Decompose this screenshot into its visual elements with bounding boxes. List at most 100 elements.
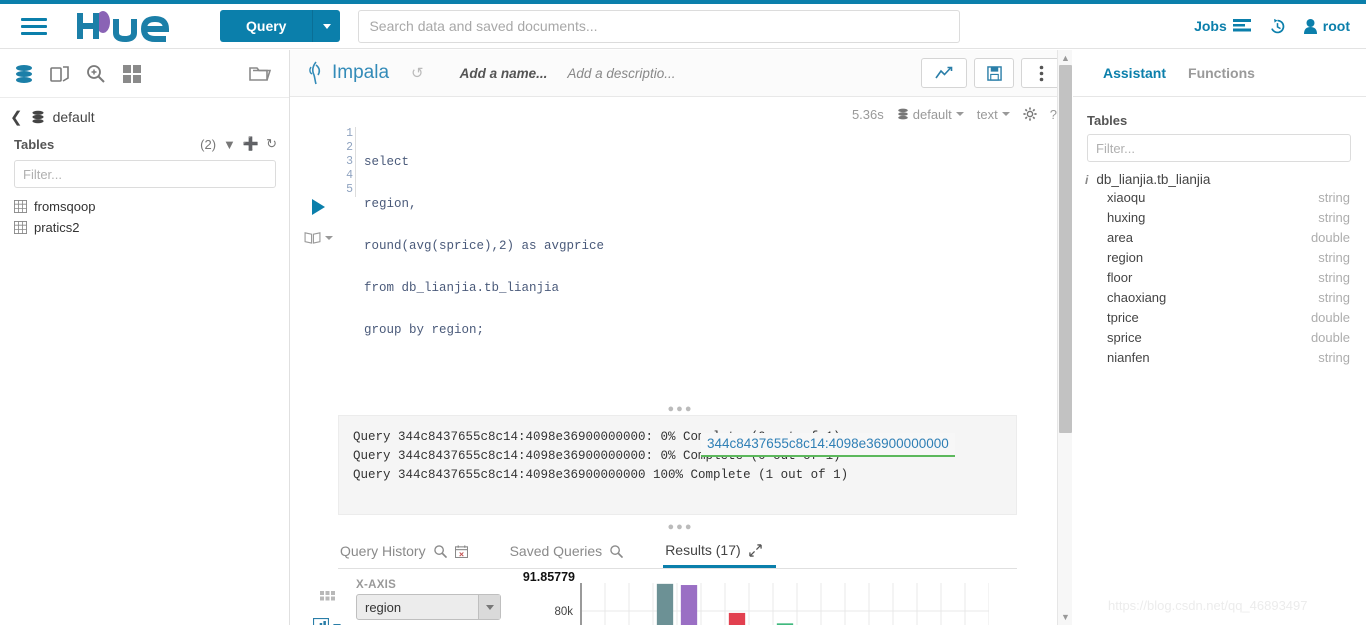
column-row[interactable]: area double bbox=[1107, 227, 1366, 247]
scrollbar-thumb[interactable] bbox=[1059, 65, 1072, 433]
query-log-panel: Query 344c8437655c8c14:4098e36900000000:… bbox=[338, 415, 1017, 515]
editor-meta-row: 5.36s default text ? bbox=[290, 97, 1071, 127]
bar-chart[interactable]: 80k60k40k91.85779 bbox=[519, 569, 990, 625]
user-menu[interactable]: root bbox=[1303, 18, 1350, 34]
database-selector[interactable]: default bbox=[897, 107, 964, 122]
add-name-field[interactable]: Add a name... bbox=[460, 66, 548, 81]
app-header: Query Jobs bbox=[0, 4, 1366, 49]
column-row[interactable]: floor string bbox=[1107, 267, 1366, 287]
editor-header-buttons bbox=[921, 58, 1061, 88]
search-icon[interactable] bbox=[610, 544, 624, 558]
history-icon bbox=[1270, 18, 1285, 33]
tab-query-history[interactable]: Query History bbox=[338, 543, 482, 568]
column-row[interactable]: tprice double bbox=[1107, 307, 1366, 327]
calendar-icon[interactable] bbox=[454, 544, 468, 558]
column-type: string bbox=[1318, 189, 1350, 205]
help-button[interactable]: ? bbox=[1050, 107, 1057, 122]
selected-database: default bbox=[912, 106, 952, 122]
column-name: tprice bbox=[1107, 309, 1139, 325]
query-button[interactable]: Query bbox=[220, 10, 313, 42]
search-input[interactable] bbox=[358, 9, 961, 43]
tab-functions[interactable]: Functions bbox=[1188, 65, 1255, 81]
chart-type-selector[interactable] bbox=[313, 618, 341, 625]
plus-icon[interactable]: ➕ bbox=[243, 136, 259, 152]
database-small-icon bbox=[897, 108, 908, 120]
column-type: string bbox=[1318, 209, 1350, 225]
info-icon[interactable]: i bbox=[1085, 173, 1088, 187]
assistant-column-list: xiaoqu string huxing string area double … bbox=[1073, 187, 1366, 367]
column-row[interactable]: nianfen string bbox=[1107, 347, 1366, 367]
chevron-down-icon bbox=[1001, 112, 1010, 116]
folder-icon[interactable] bbox=[249, 63, 271, 83]
editor-run-column bbox=[296, 127, 340, 365]
column-type: string bbox=[1318, 269, 1350, 285]
assistant-table-entry[interactable]: i db_lianjia.tb_lianjia bbox=[1085, 172, 1366, 187]
hamburger-menu-icon[interactable] bbox=[8, 17, 60, 35]
jobs-link[interactable]: Jobs bbox=[1194, 18, 1251, 34]
tables-header: Tables (2) ▼​ ➕ ↻ bbox=[0, 130, 289, 156]
column-row[interactable]: chaoxiang string bbox=[1107, 287, 1366, 307]
documents-icon[interactable] bbox=[50, 64, 70, 84]
impala-icon bbox=[309, 61, 321, 85]
save-button[interactable] bbox=[974, 58, 1014, 88]
chart-icon bbox=[935, 66, 953, 79]
query-dropdown-button[interactable] bbox=[312, 10, 341, 42]
table-name: pratics2 bbox=[34, 220, 80, 235]
results-resize-handle[interactable]: ●●● bbox=[290, 522, 1071, 533]
history-button[interactable] bbox=[1269, 18, 1286, 35]
scroll-up-arrow[interactable]: ▲ bbox=[1061, 53, 1070, 63]
tab-saved-queries[interactable]: Saved Queries bbox=[508, 543, 638, 568]
x-axis-select[interactable]: region bbox=[356, 594, 501, 620]
hue-logo[interactable] bbox=[76, 9, 194, 43]
tab-results[interactable]: Results (17) bbox=[663, 542, 776, 568]
database-icon[interactable] bbox=[14, 64, 34, 84]
format-selector[interactable]: text bbox=[977, 107, 1010, 122]
table-list-item-pratics2[interactable]: pratics2 bbox=[0, 217, 289, 238]
assistant-filter-input[interactable] bbox=[1087, 134, 1351, 162]
column-row[interactable]: sprice double bbox=[1107, 327, 1366, 347]
column-row[interactable]: huxing string bbox=[1107, 207, 1366, 227]
global-search bbox=[358, 9, 961, 43]
column-row[interactable]: xiaoqu string bbox=[1107, 187, 1366, 207]
center-vertical-scrollbar[interactable]: ▲ ▼ bbox=[1057, 50, 1072, 625]
expand-icon[interactable] bbox=[748, 543, 762, 557]
explain-toggle[interactable] bbox=[304, 231, 333, 244]
chart-view-button[interactable] bbox=[921, 58, 967, 88]
chevron-down-icon bbox=[322, 23, 331, 29]
table-list-item-fromsqoop[interactable]: fromsqoop bbox=[0, 196, 289, 217]
editor-engine-name[interactable]: Impala bbox=[332, 62, 389, 84]
book-icon bbox=[304, 232, 320, 244]
tables-filter-input[interactable] bbox=[14, 160, 276, 188]
refresh-icon[interactable]: ↻ bbox=[266, 136, 277, 152]
more-options-button[interactable] bbox=[1021, 58, 1061, 88]
add-description-field[interactable]: Add a descriptio... bbox=[567, 66, 675, 81]
run-query-button[interactable] bbox=[311, 199, 325, 215]
assistant-tabs: Assistant Functions bbox=[1073, 50, 1366, 97]
column-name: floor bbox=[1107, 269, 1133, 285]
log-resize-handle[interactable]: ●●● bbox=[290, 404, 1071, 415]
tab-assistant[interactable]: Assistant bbox=[1103, 65, 1166, 81]
table-name: fromsqoop bbox=[34, 199, 96, 214]
line-number: 1 bbox=[346, 127, 353, 140]
search-icon[interactable] bbox=[433, 544, 447, 558]
grid-table-icon[interactable] bbox=[319, 591, 335, 604]
bar-chart-icon bbox=[313, 618, 329, 625]
settings-button[interactable] bbox=[1023, 107, 1037, 121]
grid-apps-icon[interactable] bbox=[122, 64, 142, 84]
assistant-tables-label: Tables bbox=[1087, 113, 1128, 128]
database-breadcrumb[interactable]: ❮ default bbox=[0, 98, 289, 130]
user-label: root bbox=[1322, 18, 1350, 34]
scroll-down-arrow[interactable]: ▼ bbox=[1061, 612, 1070, 622]
line-number: 3 bbox=[346, 155, 353, 168]
chevron-left-icon[interactable]: ❮ bbox=[10, 108, 23, 126]
sql-editor[interactable]: 1 2 3 4 5 select region, round(avg(spric… bbox=[340, 127, 604, 365]
column-row[interactable]: region string bbox=[1107, 247, 1366, 267]
database-small-icon bbox=[31, 110, 44, 124]
filter-icon[interactable]: ▼​ bbox=[223, 137, 236, 152]
x-axis-label: X-AXIS bbox=[356, 579, 397, 591]
tables-count: (2) bbox=[200, 136, 217, 152]
search-zoom-icon[interactable] bbox=[86, 64, 106, 84]
svg-text:80k: 80k bbox=[554, 606, 573, 618]
more-vertical-icon bbox=[1039, 65, 1043, 81]
editor-history-icon[interactable]: ↺ bbox=[411, 64, 424, 82]
